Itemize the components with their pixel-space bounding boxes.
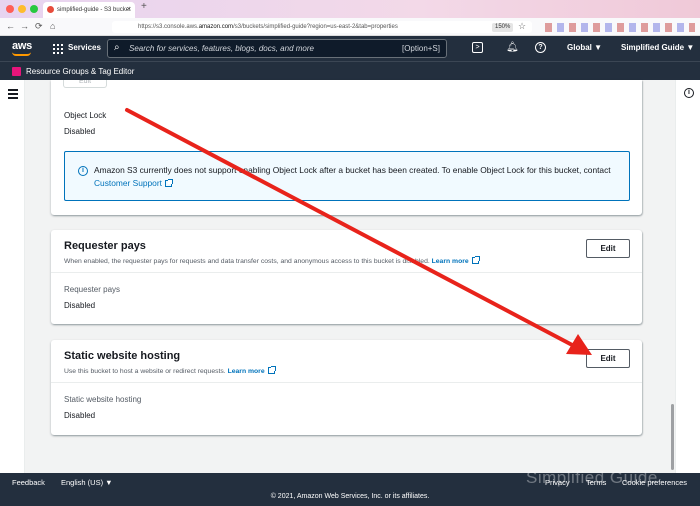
- annotation-arrow-line: [125, 108, 578, 349]
- annotation-arrow: [125, 108, 592, 355]
